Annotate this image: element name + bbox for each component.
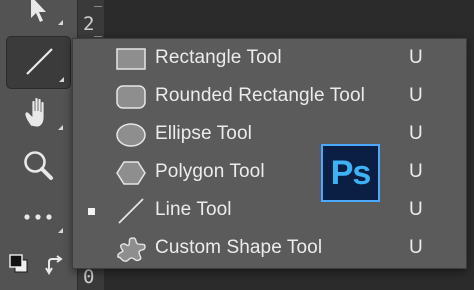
tool-group-indicator [58,228,63,233]
swap-colors-button[interactable] [44,254,68,278]
rectangle-icon [116,48,146,70]
menu-item-shortcut: U [409,47,423,68]
menu-item-label: Polygon Tool [155,161,265,182]
ellipse-icon [116,123,146,147]
menu-item-rectangle-tool[interactable]: Rectangle Tool U [73,40,466,78]
hand-tool[interactable] [22,95,56,131]
menu-item-ellipse-tool[interactable]: Ellipse Tool U [73,116,466,154]
active-indicator [88,208,95,215]
polygon-icon [116,161,146,185]
menu-item-line-tool[interactable]: Line Tool U [73,192,466,230]
custom-shape-icon [117,237,146,262]
ruler-number: 0 [83,266,95,288]
tool-group-indicator [58,125,63,130]
menu-item-label: Rectangle Tool [155,47,282,68]
magnifier-icon [24,151,53,180]
tools-panel [0,0,77,290]
rounded-rectangle-icon [116,85,146,109]
menu-item-polygon-tool[interactable]: Polygon Tool U [73,154,466,192]
swap-arrows-icon [45,255,63,275]
zoom-tool[interactable] [21,149,57,185]
default-colors-icon [9,254,28,273]
menu-item-label: Line Tool [155,199,232,220]
move-tool[interactable] [27,0,53,24]
arrow-cursor-icon [31,0,46,22]
more-tools-button[interactable] [22,210,56,224]
ruler-tick [94,6,102,7]
line-tool[interactable] [6,36,71,89]
photoshop-logo-text: Ps [330,153,372,192]
photoshop-logo: Ps [321,144,380,202]
tool-group-indicator [58,20,63,25]
tool-group-indicator [59,77,64,82]
menu-item-custom-shape-tool[interactable]: Custom Shape Tool U [73,230,466,268]
menu-item-label: Ellipse Tool [155,123,252,144]
menu-item-rounded-rectangle-tool[interactable]: Rounded Rectangle Tool U [73,78,466,116]
menu-item-label: Custom Shape Tool [155,237,323,258]
shape-tools-flyout-menu: Rectangle Tool U Rounded Rectangle Tool … [72,38,467,269]
menu-item-label: Rounded Rectangle Tool [155,85,365,106]
default-colors-button[interactable] [9,253,31,275]
menu-item-shortcut: U [409,199,423,220]
hand-icon [24,97,45,128]
line-icon [118,198,144,224]
ruler-number: 2 [83,13,95,35]
menu-item-shortcut: U [409,85,423,106]
menu-item-shortcut: U [409,123,423,144]
menu-item-shortcut: U [409,237,423,258]
ruler-tick [94,36,102,37]
ellipsis-icon [24,214,52,220]
menu-item-shortcut: U [409,161,423,182]
